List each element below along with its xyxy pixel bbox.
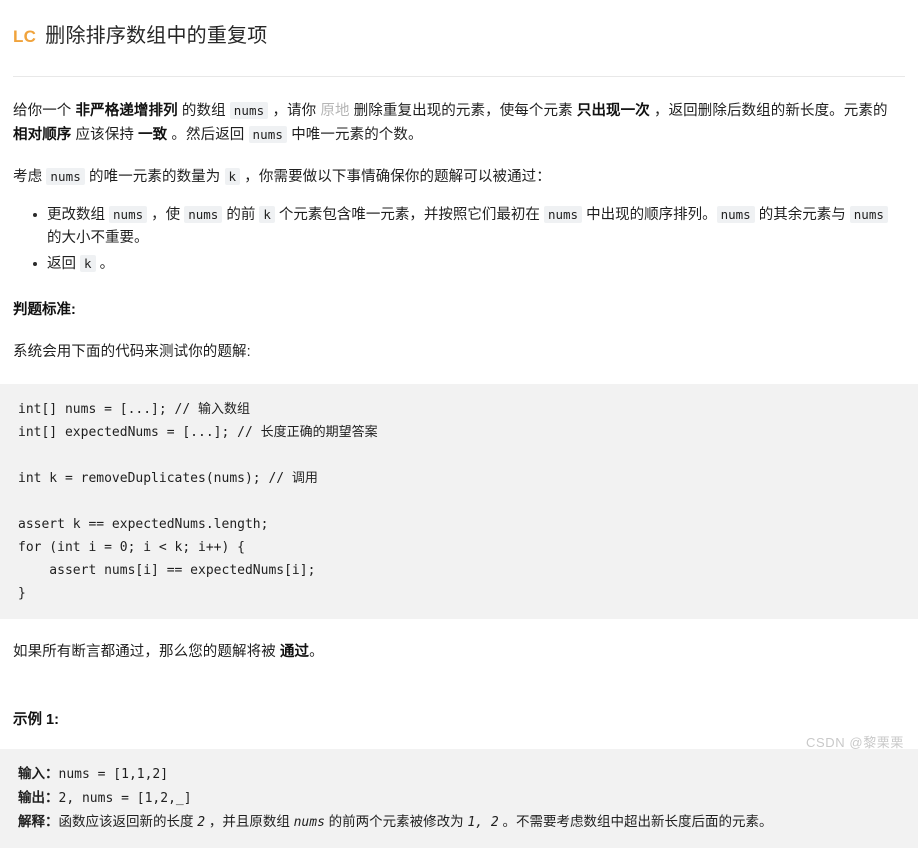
bullet-text: 返回 (47, 255, 81, 272)
desc-text: 。然后返回 (167, 126, 249, 143)
consider-paragraph: 考虑 nums 的唯一元素的数量为 k ，你需要做以下事情确保你的题解可以被通过… (13, 165, 905, 189)
desc-muted-inplace: 原地 (320, 102, 350, 119)
explain-code-nums: nums (293, 814, 325, 830)
inline-code-nums: nums (109, 205, 148, 223)
bullet-text: 的前 (222, 206, 260, 223)
desc-text: 的数组 (177, 102, 230, 119)
desc-bold-nonstrict: 非严格递增排列 (75, 102, 178, 119)
example-output-label: 输出： (18, 789, 59, 805)
inline-code-nums: nums (849, 205, 888, 223)
example-explanation-line: 解释：函数应该返回新的长度 2 ，并且原数组 nums 的前两个元素被修改为 1… (18, 810, 900, 834)
desc-text: 应该保持 (71, 126, 139, 143)
desc-text: 删除重复出现的元素，使每个元素 (349, 102, 577, 119)
inline-code-nums: nums (46, 167, 85, 185)
bullet-text: 的大小不重要。 (47, 229, 149, 246)
judge-heading: 判题标准: (13, 301, 76, 318)
explain-text: 。不需要考虑数组中超出新长度后面的元素。 (498, 813, 773, 829)
judge-code-block: int[] nums = [...]; // 输入数组 int[] expect… (0, 383, 918, 619)
desc-text: 给你一个 (13, 102, 76, 119)
bullet-text: 更改数组 (47, 206, 110, 223)
inline-code-k: k (259, 205, 275, 223)
desc-bold-consistent: 一致 (138, 126, 168, 143)
inline-code-nums: nums (229, 101, 269, 119)
bullet-text: 的其余元素与 (754, 206, 850, 223)
explain-text: ，并且原数组 (205, 813, 294, 829)
example-input-line: 输入：nums = [1,1,2] (18, 762, 900, 786)
inline-code-nums: nums (543, 205, 583, 223)
inline-code-k: k (80, 254, 96, 272)
inline-code-nums: nums (716, 205, 755, 223)
judge-after-text: 。 (309, 643, 324, 660)
example-output-line: 输出：2, nums = [1,2,_] (18, 786, 900, 810)
inline-code-k: k (224, 167, 241, 185)
inline-code-nums: nums (248, 125, 288, 143)
example-output-value: 2, nums = [1,2,_] (58, 790, 192, 806)
judge-lead: 系统会用下面的代码来测试你的题解: (13, 343, 251, 360)
judge-after-paragraph: 如果所有断言都通过，那么您的题解将被 通过。 (13, 641, 905, 664)
judge-after-text: 如果所有断言都通过，那么您的题解将被 (13, 643, 280, 660)
judge-after-bold-accepted: 通过 (279, 643, 310, 660)
explain-text: 函数应该返回新的长度 (58, 813, 198, 829)
desc-bold-once: 只出现一次 (576, 102, 650, 119)
bullet-text: ，使 (147, 206, 185, 223)
explain-code-length: 2 (197, 814, 206, 830)
desc-text: ，返回删除后数组的新长度。元素的 (649, 102, 888, 119)
list-item: 返回 k 。 (33, 252, 905, 276)
desc-text: 中唯一元素的个数。 (287, 126, 423, 143)
bullet-text: 。 (95, 255, 115, 272)
example-code-block: 输入：nums = [1,1,2] 输出：2, nums = [1,2,_] 解… (0, 748, 918, 848)
problem-content: 给你一个 非严格递增排列 的数组 nums ，请你 原地 删除重复出现的元素，使… (0, 77, 918, 384)
inline-code-nums: nums (184, 205, 223, 223)
requirements-list: 更改数组 nums ，使 nums 的前 k 个元素包含唯一元素，并按照它们最初… (13, 203, 905, 276)
explain-text: 的前两个元素被修改为 (324, 813, 468, 829)
page-title: 删除排序数组中的重复项 (45, 25, 268, 48)
consider-text: 考虑 (13, 168, 47, 185)
leetcode-logo: LC (13, 27, 37, 47)
consider-text: ，你需要做以下事情确保你的题解可以被通过： (240, 168, 551, 185)
problem-page: LC 删除排序数组中的重复项 给你一个 非严格递增排列 的数组 nums ，请你… (0, 0, 918, 848)
bullet-text: 个元素包含唯一元素，并按照它们最初在 (274, 206, 544, 223)
example-heading: 示例 1: (13, 711, 59, 728)
bullet-text: 中出现的顺序排列。 (582, 206, 717, 223)
example-explain-label: 解释： (18, 813, 59, 829)
csdn-watermark: CSDN @黎栗栗 (805, 735, 904, 750)
page-header: LC 删除排序数组中的重复项 (0, 0, 918, 62)
desc-text: ，请你 (268, 102, 321, 119)
example-input-label: 输入： (18, 765, 59, 781)
problem-description-paragraph: 给你一个 非严格递增排列 的数组 nums ，请你 原地 删除重复出现的元素，使… (13, 99, 905, 147)
list-item: 更改数组 nums ，使 nums 的前 k 个元素包含唯一元素，并按照它们最初… (33, 203, 905, 250)
consider-text: 的唯一元素的数量为 (84, 168, 225, 185)
explain-code-values: 1, 2 (467, 814, 499, 830)
desc-bold-relative-order: 相对顺序 (13, 126, 72, 143)
example-input-value: nums = [1,1,2] (58, 766, 169, 782)
problem-content-continued: 如果所有断言都通过，那么您的题解将被 通过。 示例 1: (0, 619, 918, 749)
